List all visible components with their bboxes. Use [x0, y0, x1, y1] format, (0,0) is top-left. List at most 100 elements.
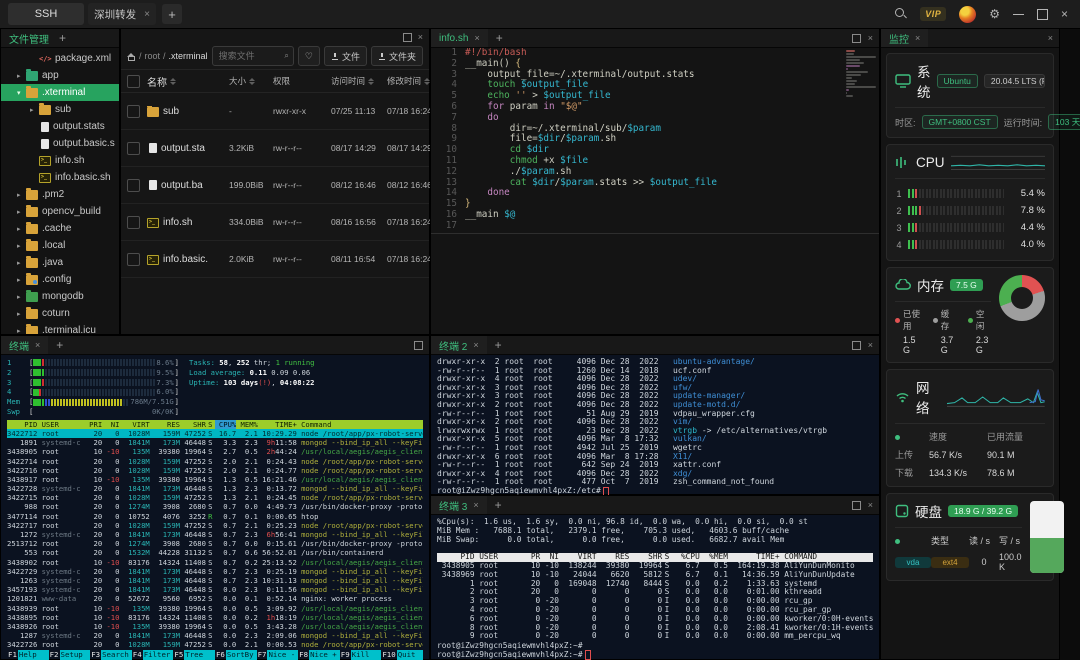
- tree-item-.pm2[interactable]: ▸ .pm2: [1, 186, 119, 203]
- avatar[interactable]: [959, 5, 977, 23]
- process-row[interactable]: 3457193 systemd-c 20 0 1841M 173M 46448 S 0.0 2.3…: [7, 585, 423, 594]
- close-tab-icon[interactable]: ×: [144, 9, 150, 20]
- process-row[interactable]: 3438905 root 10 -10 135M 39380 19964 S 2.7 0.5 2h4…: [7, 447, 423, 456]
- upload-file-button[interactable]: 文件: [323, 46, 367, 66]
- process-row[interactable]: 3438926 root 10 -10 135M 39380 19964 S 0.0 0.5 3:4…: [7, 622, 423, 631]
- session-tab[interactable]: 深圳转发 ×: [88, 3, 156, 25]
- tree-item-opencv_build[interactable]: ▸ opencv_build: [1, 203, 119, 220]
- column-header[interactable]: 名称: [147, 74, 229, 89]
- search-icon[interactable]: [895, 8, 907, 20]
- new-terminal-tab-button[interactable]: +: [487, 338, 510, 352]
- close-pane-icon[interactable]: ×: [868, 340, 873, 350]
- close-window-button[interactable]: ×: [1061, 8, 1068, 20]
- process-row[interactable]: 3438939 root 10 -10 135M 39380 19964 S 0.0 0.5 3:0…: [7, 604, 423, 613]
- fkey-F7[interactable]: F7 Nice -: [257, 650, 299, 660]
- row-checkbox[interactable]: [127, 178, 140, 192]
- fkey-F8[interactable]: F8 Nice +: [298, 650, 340, 660]
- code-area[interactable]: 1 #!/bin/bash 2 __main() {3 output_file=~/.…: [431, 48, 879, 336]
- fkey-F3[interactable]: F3 Search: [90, 650, 132, 660]
- search-box[interactable]: ⌕: [211, 46, 294, 66]
- process-row[interactable]: 1287 systemd-c 20 0 1841M 173M 46448 S 0.0 2.3 2:0…: [7, 631, 423, 640]
- tree-item-.config[interactable]: ▸ .config: [1, 271, 119, 288]
- htop-screen[interactable]: 1[8.6%] 2[9.5%] 3[7.3%] 4[6.0%] Mem[786M/7.5…: [1, 355, 429, 660]
- sort-icon[interactable]: [170, 77, 176, 85]
- upload-folder-button[interactable]: 文件夹: [370, 46, 423, 66]
- new-editor-tab-button[interactable]: +: [488, 31, 511, 45]
- process-row[interactable]: 988 root 20 0 1274M 3908 2680 S 0.7 0.0 4:49.73/us…: [7, 502, 423, 511]
- tree-item-.cache[interactable]: ▸ .cache: [1, 220, 119, 237]
- tree-item-sub[interactable]: ▸ sub: [1, 101, 119, 118]
- file-table-header[interactable]: 名称 大小 权限 访问时间 修改时间: [121, 69, 431, 93]
- tree-item-package.xml[interactable]: package.xml: [1, 50, 119, 67]
- shell-prompt[interactable]: root@iZwz9hgcn5aqiewmvhl4pxZ:~#: [437, 650, 873, 660]
- process-row[interactable]: 3422712 root 20 0 1028M 159M 47252 S 16.7 2.1 10:2…: [7, 428, 423, 439]
- maximize-button[interactable]: [1036, 8, 1048, 20]
- close-terminal-tab-icon[interactable]: ×: [473, 500, 478, 510]
- editor-tab[interactable]: info.sh ×: [431, 29, 488, 47]
- sort-icon[interactable]: [368, 78, 375, 86]
- tree-item-info.basic.sh[interactable]: info.basic.sh: [1, 169, 119, 186]
- process-row[interactable]: 3422726 root 20 0 1028M 159M 47252 S 0.0 2.1 0:00.…: [7, 640, 423, 649]
- expand-pane-icon[interactable]: [414, 340, 423, 350]
- tab-terminal-2[interactable]: 终端 2 ×: [431, 336, 487, 354]
- tab-terminal-3[interactable]: 终端 3 ×: [431, 496, 487, 514]
- fkey-F4[interactable]: F4 Filter: [132, 650, 174, 660]
- fkey-F6[interactable]: F6 SortBy: [215, 650, 257, 660]
- process-row[interactable]: 3438895 root 10 -10 83176 14324 11408 S 0.0 0.2 1h…: [7, 613, 423, 622]
- tree-item-.terminal.icu[interactable]: ▸ .terminal.icu: [1, 322, 119, 334]
- close-terminal-tab-icon[interactable]: ×: [473, 340, 478, 350]
- fkey-F1[interactable]: F1 Help: [7, 650, 49, 660]
- top-output[interactable]: %Cpu(s): 1.6 us, 1.6 sy, 0.0 ni, 96.8 id…: [431, 515, 879, 660]
- tree-item-output.stats[interactable]: output.stats: [1, 118, 119, 135]
- column-header[interactable]: 访问时间: [331, 75, 387, 87]
- gear-icon[interactable]: ⚙: [989, 8, 1000, 20]
- process-row[interactable]: 3422728 systemd-c 20 0 1841M 173M 46448 S 1.3 2.3…: [7, 484, 423, 493]
- htop-header[interactable]: PID USER PRI NI VIRT RES SHR S CPU% MEM% TIME+ Comm…: [7, 419, 423, 429]
- tree-item-app[interactable]: ▸ app: [1, 67, 119, 84]
- expand-pane-icon[interactable]: [402, 32, 412, 42]
- close-terminal-tab-icon[interactable]: ×: [35, 340, 40, 350]
- process-row[interactable]: 3438902 root 10 -10 83176 14324 11408 S 0.7 0.2 25…: [7, 558, 423, 567]
- minimize-button[interactable]: [1012, 13, 1024, 15]
- process-row[interactable]: 3422715 root 20 0 1028M 159M 47252 S 1.3 2.1 0:24.…: [7, 493, 423, 502]
- expand-pane-icon[interactable]: [851, 33, 861, 43]
- close-monitor-tab-icon[interactable]: ×: [915, 33, 920, 43]
- tab-file-manager[interactable]: 文件管理: [9, 31, 49, 46]
- new-tab-button[interactable]: +: [162, 4, 182, 24]
- process-row[interactable]: 3438917 root 10 -10 135M 39380 19964 S 1.3 0.5 16:…: [7, 475, 423, 484]
- column-header[interactable]: 权限: [273, 75, 331, 87]
- home-icon[interactable]: [127, 53, 136, 61]
- tree-item-.java[interactable]: ▸ .java: [1, 254, 119, 271]
- expand-pane-icon[interactable]: [851, 500, 861, 510]
- add-file-tab-button[interactable]: +: [59, 31, 66, 45]
- column-header[interactable]: 大小: [229, 75, 273, 87]
- table-row[interactable]: info.sh334.0BiBrw-r--r--08/16 16:5607/18…: [121, 204, 432, 241]
- process-row[interactable]: 1272 systemd-c 20 0 1841M 173M 46448 S 0.7 2.3 6h5…: [7, 530, 423, 539]
- table-row[interactable]: output.sta 3.2KiB rw-r--r-- 08/17 14:29 08/1…: [121, 130, 432, 167]
- tree-item-.local[interactable]: ▸ .local: [1, 237, 119, 254]
- favorite-button[interactable]: ♡: [297, 46, 320, 66]
- fkey-F9[interactable]: F9 Kill: [340, 650, 382, 660]
- breadcrumb[interactable]: / root / .xterminal: [127, 51, 208, 61]
- table-row[interactable]: sub - rwxr-xr-x 07/25 11:13 07/18 16:24: [121, 93, 432, 130]
- process-row[interactable]: 1263 systemd-c 20 0 1841M 173M 46448 S 0.7 2.3 10:…: [7, 576, 423, 585]
- close-pane-icon[interactable]: ×: [418, 32, 423, 42]
- search-input[interactable]: [216, 50, 281, 62]
- close-pane-icon[interactable]: ×: [1048, 33, 1053, 43]
- close-pane-icon[interactable]: ×: [868, 500, 873, 510]
- tree-item-mongodb[interactable]: ▸ mongodb: [1, 288, 119, 305]
- sort-icon[interactable]: [249, 78, 256, 86]
- fkey-F2[interactable]: F2 Setup: [49, 650, 91, 660]
- process-row[interactable]: 3422729 systemd-c 20 0 1841M 173M 46448 S 0.7 2.3…: [7, 567, 423, 576]
- new-terminal-tab-button[interactable]: +: [487, 498, 510, 512]
- expand-pane-icon[interactable]: [851, 340, 861, 350]
- table-row[interactable]: info.basic.2.0KiBrw-r--r--08/11 16:5407/…: [121, 241, 432, 278]
- tab-terminal-1[interactable]: 终端 ×: [1, 336, 49, 354]
- process-row[interactable]: 1891 systemd-c 20 0 1841M 173M 46448 S 3.3 2.3 9h1…: [7, 438, 423, 447]
- new-terminal-tab-button[interactable]: +: [48, 338, 71, 352]
- select-all-checkbox[interactable]: [127, 74, 140, 88]
- htop-function-bar[interactable]: F1 Help F2 Setup F3 Search F4 Filter F5 Tree F6 Sor…: [7, 650, 423, 660]
- process-row[interactable]: 3477114 root 20 0 10752 4076 3252 R 0.7 0.1 0:00.6…: [7, 512, 423, 521]
- ls-output[interactable]: drwxr-xr-x 2 root root 4096 Dec 28 2022 ubuntu…: [431, 355, 879, 497]
- process-row[interactable]: 553 root 20 0 1532M 44228 31132 S 0.7 0.6 56:52.01…: [7, 548, 423, 557]
